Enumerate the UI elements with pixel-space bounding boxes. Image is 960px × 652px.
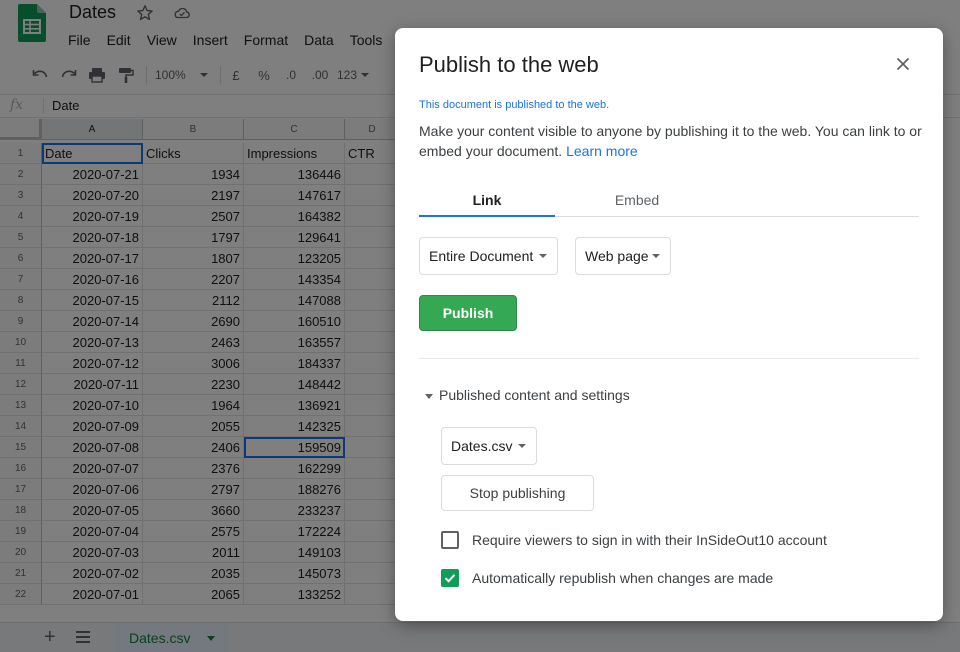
expand-caret-icon[interactable]	[425, 394, 433, 399]
checkmark-icon	[444, 574, 456, 583]
auto-republish-checkbox[interactable]	[441, 569, 459, 587]
scope-select-value: Entire Document	[429, 248, 534, 264]
publish-button[interactable]: Publish	[419, 295, 517, 331]
description-text: Make your content visible to anyone by p…	[419, 123, 922, 159]
publish-dialog: Publish to the web This document is publ…	[395, 28, 943, 621]
stop-publishing-button[interactable]: Stop publishing	[441, 475, 594, 511]
section-divider	[419, 358, 919, 359]
format-select-value: Web page	[585, 248, 649, 264]
scope-select[interactable]: Entire Document	[419, 237, 558, 275]
published-content-select[interactable]: Dates.csv	[441, 427, 537, 465]
published-settings-toggle[interactable]: Published content and settings	[439, 387, 630, 403]
auto-republish-option[interactable]: Automatically republish when changes are…	[441, 568, 773, 588]
dialog-title: Publish to the web	[419, 52, 599, 77]
require-signin-checkbox[interactable]	[441, 531, 459, 549]
publish-status: This document is published to the web.	[419, 99, 610, 111]
close-icon	[896, 57, 910, 71]
chevron-down-icon	[539, 254, 547, 258]
require-signin-option[interactable]: Require viewers to sign in with their In…	[441, 530, 827, 550]
publish-tabs: Link Embed	[419, 186, 919, 217]
require-signin-label: Require viewers to sign in with their In…	[472, 532, 827, 548]
learn-more-link[interactable]: Learn more	[566, 143, 638, 159]
tab-embed[interactable]: Embed	[569, 192, 705, 208]
chevron-down-icon	[518, 444, 526, 448]
format-select[interactable]: Web page	[575, 237, 671, 275]
dialog-description: Make your content visible to anyone by p…	[419, 122, 924, 161]
chevron-down-icon	[652, 254, 660, 258]
close-button[interactable]	[893, 54, 913, 74]
published-content-value: Dates.csv	[451, 438, 513, 454]
active-tab-indicator	[419, 215, 555, 217]
tab-link[interactable]: Link	[419, 192, 555, 208]
auto-republish-label: Automatically republish when changes are…	[472, 570, 774, 586]
